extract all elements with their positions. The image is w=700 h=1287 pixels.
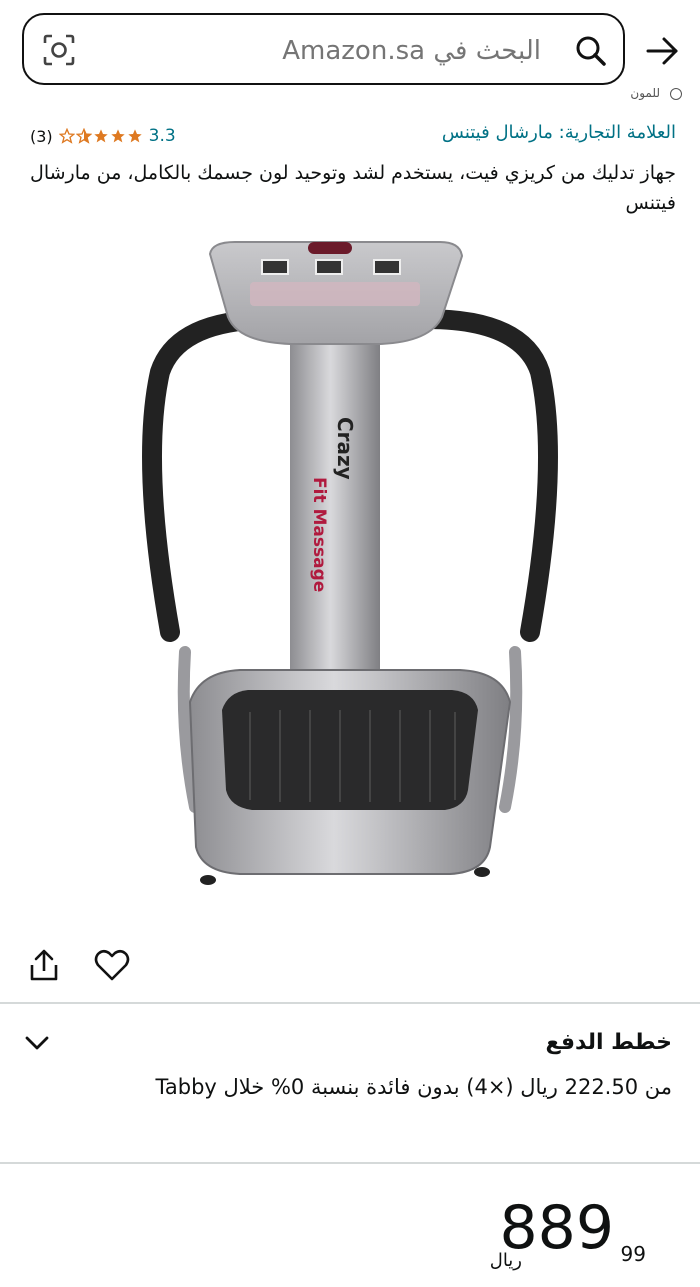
divider bbox=[0, 1162, 700, 1164]
share-icon[interactable] bbox=[24, 945, 64, 985]
image-brand-subtext: Fit Massage bbox=[309, 477, 329, 592]
rating-summary[interactable]: (3) 3.3 bbox=[30, 126, 176, 146]
price-whole: 889 bbox=[499, 1193, 614, 1263]
star-rating bbox=[58, 128, 143, 144]
search-icon[interactable] bbox=[573, 33, 609, 69]
payment-plans-title: خطط الدفع bbox=[545, 1030, 672, 1055]
camera-lens-icon[interactable] bbox=[42, 33, 76, 67]
star-half-icon bbox=[75, 128, 92, 144]
location-dot-icon bbox=[670, 88, 682, 100]
star-empty-icon bbox=[58, 128, 75, 144]
product-image[interactable]: Crazy Fit Massage bbox=[130, 232, 570, 892]
star-full-icon bbox=[94, 129, 108, 143]
image-brand-text: Crazy bbox=[333, 417, 357, 480]
back-arrow-icon[interactable] bbox=[644, 32, 682, 70]
payment-plan-description: من 222.50 ريال (×4) بدون فائدة بنسبة 0% … bbox=[155, 1075, 672, 1099]
search-bar[interactable] bbox=[22, 13, 625, 85]
product-title: جهاز تدليك من كريزي فيت، يستخدم لشد وتوح… bbox=[30, 162, 676, 214]
price-fraction: 99 bbox=[620, 1242, 646, 1266]
price: 889 99 ريال bbox=[372, 1198, 672, 1278]
star-full-icon bbox=[111, 129, 125, 143]
search-input[interactable] bbox=[139, 31, 543, 71]
price-currency: ريال bbox=[489, 1250, 522, 1271]
clipped-header-text: للمون bbox=[630, 86, 660, 100]
chevron-down-icon[interactable] bbox=[22, 1028, 52, 1058]
star-full-icon bbox=[128, 129, 142, 143]
rating-value: 3.3 bbox=[148, 126, 176, 146]
rating-count: (3) bbox=[30, 126, 53, 146]
divider bbox=[0, 1002, 700, 1004]
wishlist-heart-icon[interactable] bbox=[92, 945, 132, 985]
brand-link[interactable]: العلامة التجارية: مارشال فيتنس bbox=[442, 122, 676, 143]
